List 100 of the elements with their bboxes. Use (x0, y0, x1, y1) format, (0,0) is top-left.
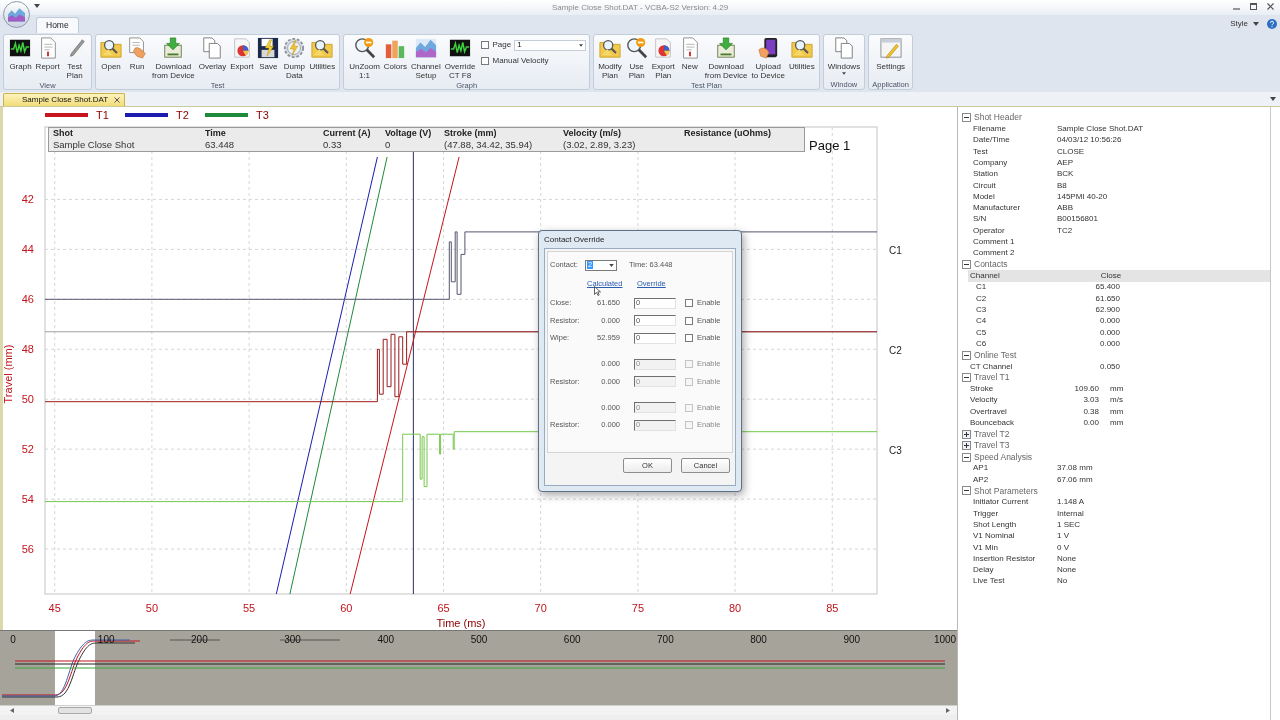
y-tick-label: 42 (21, 193, 34, 206)
checkbox-label: Manual Velocity (492, 55, 549, 67)
property-label: Comment 1 (973, 236, 1016, 249)
trace-label: C1 (889, 244, 902, 256)
property-value: CLOSE (1057, 145, 1085, 158)
y-tick-label: 50 (21, 393, 34, 406)
section-title: Travel T1 (974, 371, 1010, 385)
property-label: Bounceback (970, 417, 1016, 430)
property-label: Trigger (973, 507, 1000, 520)
table-value: (3.02, 2.89, 3.23) (563, 139, 637, 151)
y-tick-label: 48 (21, 343, 34, 356)
overview-tick-label: 0 (10, 634, 16, 645)
property-value: BCK (1057, 168, 1074, 181)
column-header: Velocity (m/s) (563, 128, 623, 139)
property-value: TC2 (1057, 224, 1073, 237)
property-label: Live Test (973, 575, 1006, 588)
property-value: B8 (1057, 179, 1067, 192)
legend-label: T2 (176, 109, 189, 121)
property-value: 1 SEC (1057, 518, 1081, 531)
property-label: Station (973, 168, 999, 181)
property-value: Sample Close Shot.DAT (1057, 122, 1144, 135)
property-label: Date/Time (973, 134, 1011, 147)
table-value: 0 (385, 139, 392, 151)
property-label: Insertion Resistor (973, 552, 1037, 565)
property-value: 62.900 (1094, 303, 1120, 316)
x-tick-label: 55 (243, 602, 256, 614)
x-tick-label: 85 (826, 602, 839, 614)
legend-label: T3 (256, 109, 269, 121)
x-axis-title: Time (ms) (436, 617, 486, 629)
property-label: Shot Length (973, 518, 1018, 531)
section-title: Shot Parameters (974, 484, 1038, 498)
trace-label: C3 (889, 444, 902, 456)
y-tick-label: 56 (21, 543, 34, 556)
column-header: Current (A) (323, 128, 372, 139)
overview-tick-label: 900 (843, 634, 861, 645)
property-value: No (1057, 575, 1068, 588)
column-header: Resistance (uOhms) (684, 128, 773, 139)
property-label: C4 (975, 315, 988, 328)
y-tick-label: 46 (21, 293, 34, 306)
window-title: Sample Close Shot.DAT - VCBA-S2 Version: 4.29 (551, 1, 729, 14)
legend-label: T1 (96, 109, 109, 121)
section-title: Contacts (974, 258, 1008, 272)
property-label: C1 (975, 281, 988, 294)
overview-tick-label: 400 (377, 634, 395, 645)
dialog-title: Contact Override (544, 233, 605, 246)
x-tick-label: 65 (437, 602, 450, 614)
trace-label: C2 (889, 344, 902, 356)
property-label: Company (973, 156, 1009, 169)
property-label: Model (973, 190, 996, 203)
section-title: Online Test (974, 348, 1017, 362)
property-label: Filename (973, 122, 1007, 135)
overview-tick-label: 700 (657, 634, 674, 645)
property-value: 61.650 (1094, 292, 1120, 305)
unit-label: mm (1110, 405, 1124, 418)
property-value: AEP (1057, 156, 1073, 169)
property-label: AP1 (973, 462, 990, 475)
property-label: Stroke (970, 383, 995, 396)
x-tick-label: 80 (728, 602, 742, 614)
property-value: 145PMI 40-20 (1057, 190, 1108, 203)
property-value: 37.08 mm (1057, 462, 1093, 475)
property-value: ABB (1057, 202, 1073, 215)
x-tick-label: 50 (145, 602, 159, 614)
property-label: Overtravel (970, 405, 1008, 418)
x-tick-label: 60 (340, 602, 353, 614)
table-value: Sample Close Shot (53, 139, 136, 151)
property-value: 0.38 (1082, 405, 1099, 418)
page-label: Page 1 (809, 137, 851, 155)
x-tick-label: 75 (631, 602, 644, 614)
property-label: Manufacturer (973, 202, 1022, 215)
property-value: 0 V (1057, 541, 1069, 554)
property-label: Comment 2 (973, 247, 1016, 260)
property-label: S/N (973, 213, 988, 226)
overview-tick-label: 100 (97, 634, 115, 645)
overview-tick-label: 600 (563, 634, 581, 645)
overview-tick-label: 200 (191, 634, 208, 645)
section-title: Shot Header (974, 111, 1022, 125)
property-value: 65.400 (1094, 281, 1120, 294)
property-label: V1 Min (973, 541, 999, 554)
property-value: Internal (1057, 507, 1084, 520)
column-header: Stroke (mm) (444, 128, 498, 139)
section-title: Travel T2 (974, 428, 1010, 441)
property-label: V1 Nominal (973, 530, 1016, 543)
property-label: C2 (975, 292, 988, 305)
property-value: 1.148 A (1057, 496, 1085, 509)
property-value: None (1057, 564, 1077, 577)
overview-tick-label: 300 (284, 634, 301, 645)
property-value: 0.000 (1098, 326, 1120, 339)
table-value: 63.448 (205, 139, 236, 151)
property-label: CT Channel (969, 360, 1014, 373)
property-label: Initiator Current (973, 496, 1030, 509)
property-value: 04/03/12 10:56:26 (1057, 134, 1122, 147)
column-header: Shot (53, 128, 74, 139)
unit-label: m/s (1110, 394, 1123, 407)
property-label: AP2 (973, 473, 990, 486)
property-label: Operator (973, 224, 1006, 237)
property-value: None (1057, 552, 1077, 565)
overview-tick-label: 500 (470, 634, 488, 645)
property-label: Test (973, 145, 989, 158)
table-value: (47.88, 34.42, 35.94) (444, 139, 534, 151)
y-tick-label: 54 (21, 493, 34, 506)
